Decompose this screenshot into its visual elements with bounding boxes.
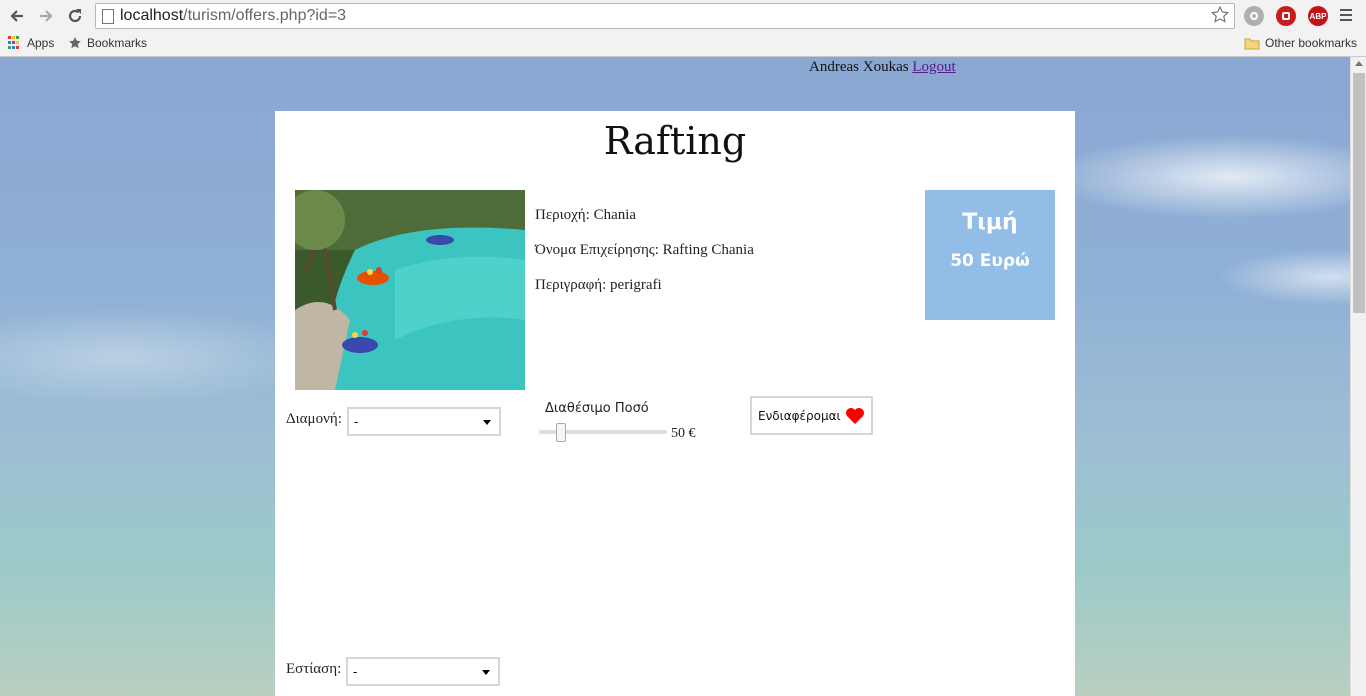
dropdown-arrow-icon (482, 670, 490, 675)
reload-icon (68, 9, 82, 23)
reload-button[interactable] (64, 5, 86, 27)
logout-link[interactable]: Logout (912, 59, 955, 75)
forward-button[interactable] (35, 5, 57, 27)
page-viewport: Andreas Xoukas Logout Rafting Περιοχή: C (0, 57, 1350, 696)
bookmark-bookmarks[interactable]: Bookmarks (68, 36, 147, 50)
bookmark-apps[interactable]: Apps (8, 36, 54, 50)
budget-label: Διαθέσιμο Ποσό (545, 401, 649, 416)
interested-button[interactable]: Ενδιαφέρομαι (750, 396, 873, 435)
url-host: localhost (120, 7, 184, 24)
region-text: Περιοχή: Chania (535, 207, 637, 223)
stop-sign-icon[interactable] (1276, 6, 1296, 26)
address-bar[interactable]: localhost/turism/offers.php?id=3 (95, 3, 1235, 29)
apps-grid-icon (8, 36, 22, 50)
budget-value: 50 € (671, 426, 696, 441)
forward-arrow-icon (40, 10, 53, 22)
url-path: /turism/offers.php?id=3 (183, 7, 347, 24)
dining-select[interactable]: - (346, 657, 500, 686)
folder-icon (1244, 38, 1260, 49)
accommodation-label: Διαμονή: (286, 411, 342, 427)
price-value: 50 Ευρώ (950, 251, 1030, 271)
offer-card: Rafting Περιοχή: Chania Όνομα Επιχείρηση… (275, 111, 1075, 696)
vertical-scrollbar[interactable] (1350, 57, 1366, 696)
other-bookmarks-label: Other bookmarks (1265, 36, 1358, 50)
back-button[interactable] (6, 5, 28, 27)
offer-info: Περιοχή: Chania Όνομα Επιχείρησης: Rafti… (535, 207, 754, 312)
extension-gray-icon[interactable] (1244, 6, 1264, 26)
page-icon (102, 9, 114, 24)
adblock-label: ABP (1309, 11, 1327, 21)
browser-toolbar: localhost/turism/offers.php?id=3 ABP (0, 0, 1366, 32)
price-box: Τιμή 50 Ευρώ (925, 190, 1055, 320)
business-name-text: Όνομα Επιχείρησης: Rafting Chania (535, 242, 754, 258)
accommodation-value: - (354, 414, 359, 429)
bookmarks-bar: Apps Bookmarks Other bookmarks (0, 32, 1366, 57)
dining-value: - (353, 664, 358, 679)
heart-icon (845, 407, 864, 424)
bookmark-star-icon[interactable] (1210, 5, 1230, 30)
scroll-up-icon[interactable] (1355, 61, 1363, 66)
chrome-menu-icon[interactable] (1336, 6, 1356, 26)
bookmark-bookmarks-label: Bookmarks (87, 36, 148, 50)
user-bar: Andreas Xoukas Logout (809, 59, 956, 76)
dropdown-arrow-icon (483, 420, 491, 425)
scroll-thumb[interactable] (1353, 73, 1365, 313)
other-bookmarks[interactable]: Other bookmarks (1244, 36, 1357, 50)
budget-slider-handle[interactable] (555, 423, 566, 442)
back-arrow-icon (10, 10, 23, 22)
interested-label: Ενδιαφέρομαι (758, 408, 841, 423)
adblock-plus-icon[interactable]: ABP (1308, 6, 1328, 26)
accommodation-select[interactable]: - (347, 407, 501, 436)
page-title: Rafting (603, 119, 747, 163)
bookmark-apps-label: Apps (27, 36, 55, 50)
star-icon (69, 37, 81, 49)
description-text: Περιγραφή: perigrafi (535, 277, 662, 293)
dining-label: Εστίαση: (286, 661, 342, 677)
user-name: Andreas Xoukas (809, 59, 909, 75)
offer-photo (295, 190, 525, 390)
price-label: Τιμή (962, 210, 1018, 235)
